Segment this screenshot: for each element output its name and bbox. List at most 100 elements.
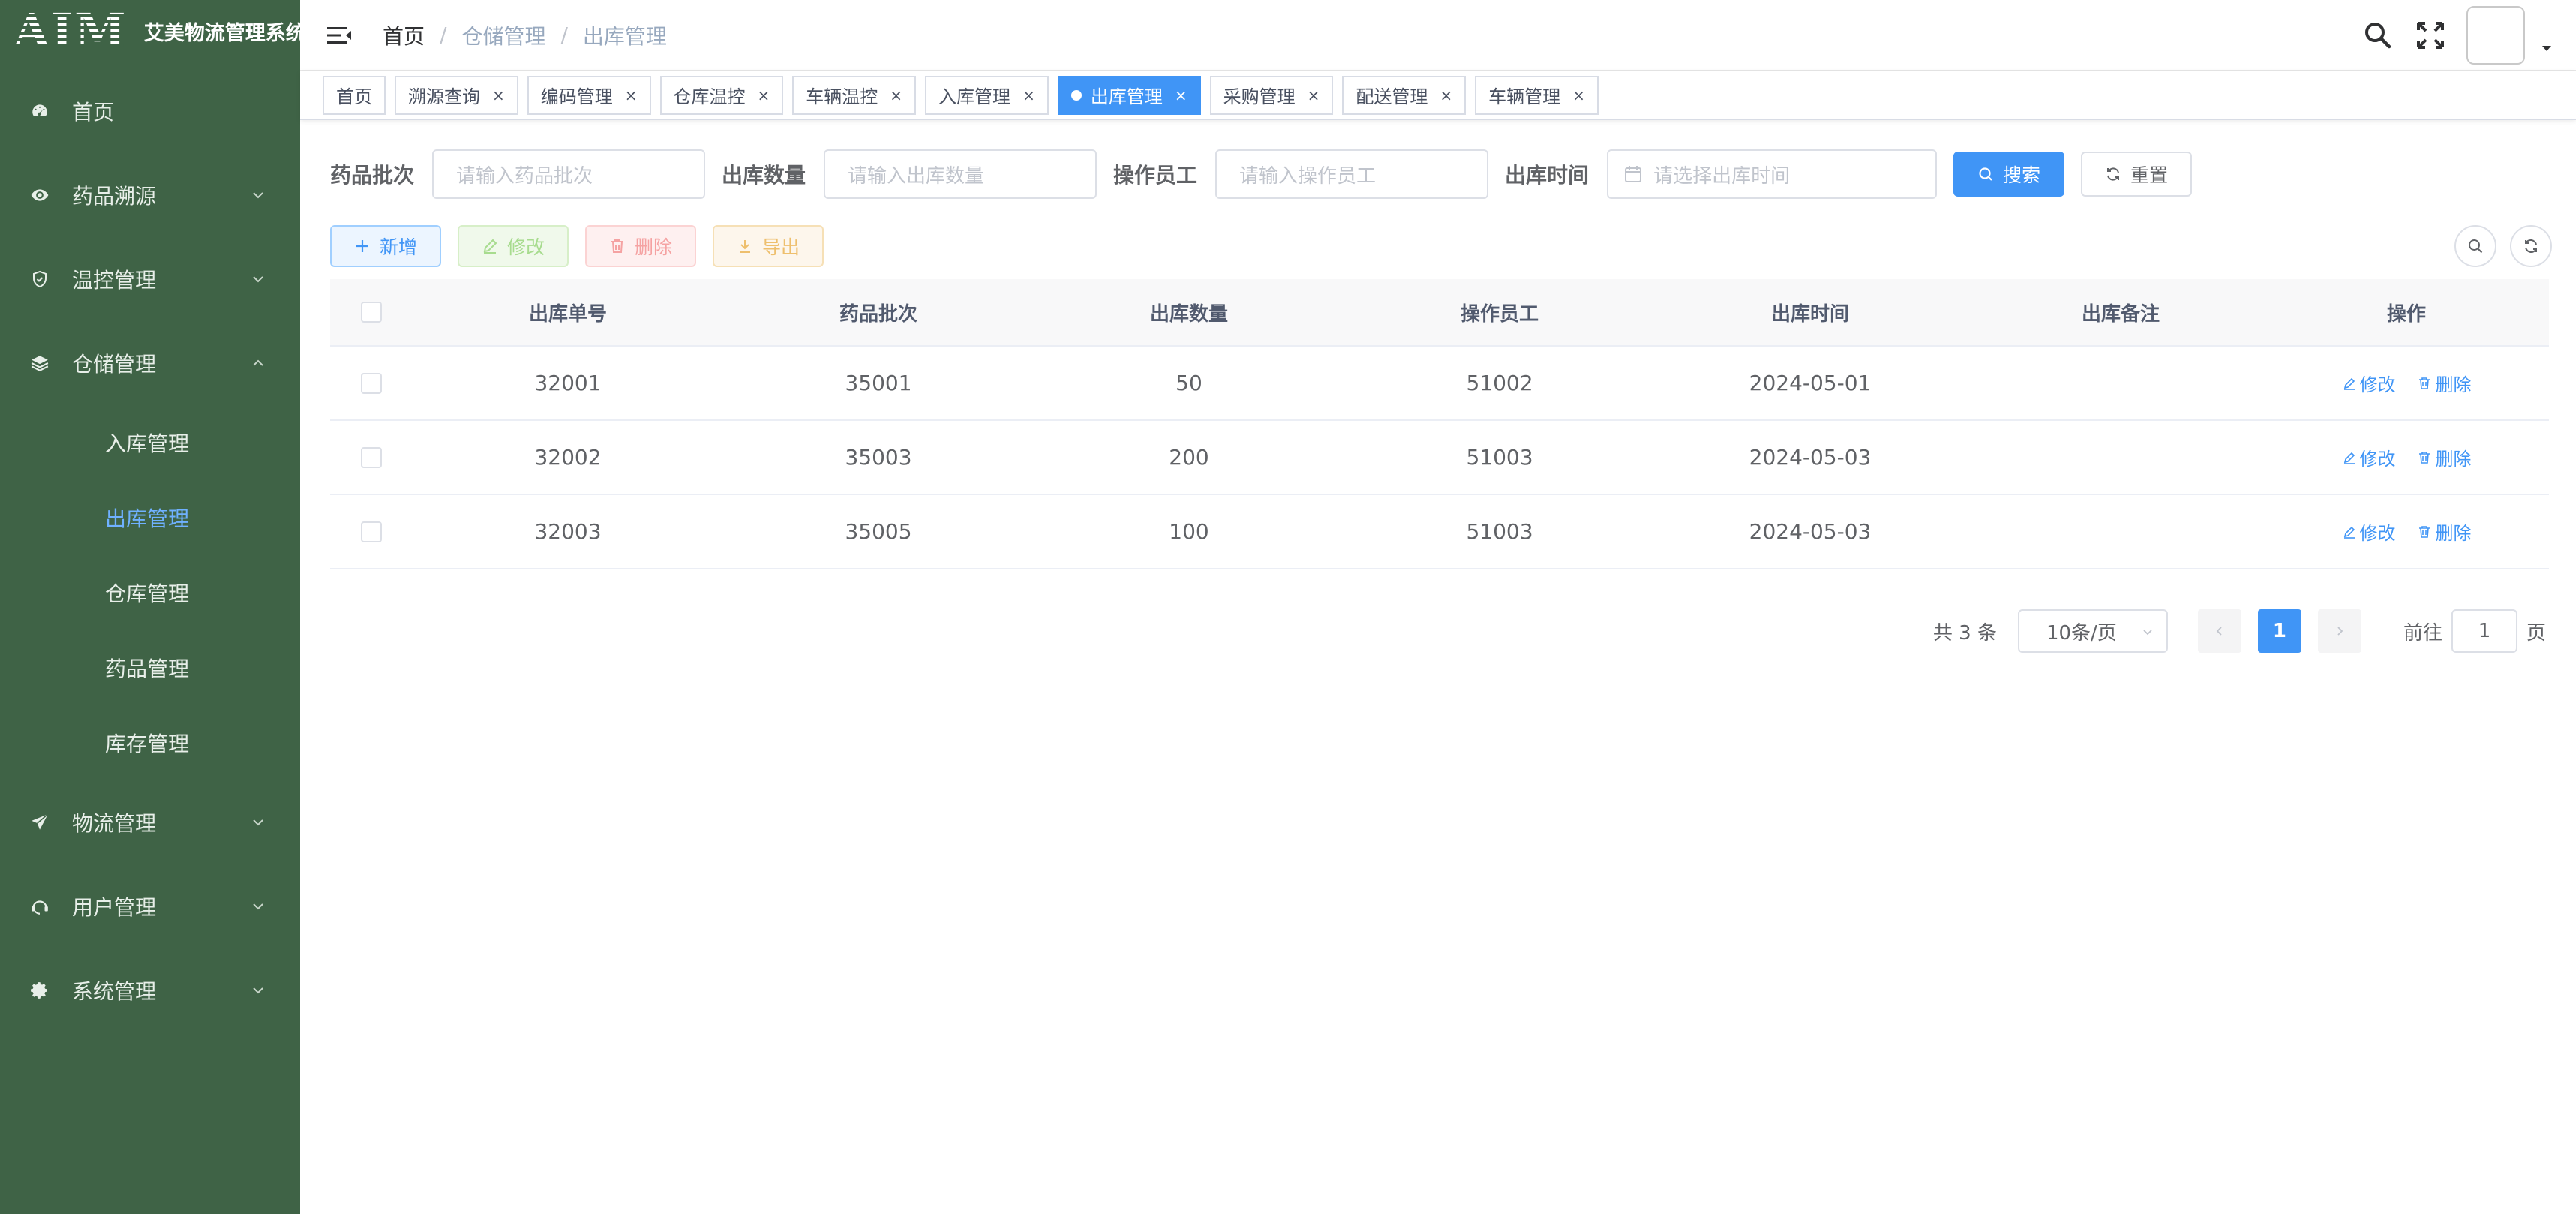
delete-icon <box>611 239 624 253</box>
sidebar-subitem-outbound[interactable]: 出库管理 <box>0 480 300 555</box>
tag-inbound[interactable]: 入库管理 × <box>925 75 1049 115</box>
breadcrumb-home[interactable]: 首页 <box>383 20 425 50</box>
close-icon[interactable]: × <box>1308 86 1320 104</box>
refresh-button[interactable] <box>2510 225 2552 267</box>
edit-button[interactable]: 修改 <box>458 225 569 267</box>
close-icon[interactable]: × <box>1440 86 1452 104</box>
row-delete-label: 删除 <box>2435 374 2472 395</box>
search-button[interactable]: 搜索 <box>1953 152 2065 197</box>
search-icon[interactable] <box>2361 19 2394 52</box>
close-icon[interactable]: × <box>625 86 638 104</box>
delete-icon <box>2419 377 2430 389</box>
page-size-select[interactable]: 10条/页 <box>2017 609 2168 653</box>
tags-view: 首页 溯源查询 × 编码管理 × 仓库温控 × 车辆温控 × 入库管理 × 出库… <box>300 71 2576 120</box>
tag-trace-query[interactable]: 溯源查询 × <box>395 75 518 115</box>
eye-icon <box>30 185 50 205</box>
sidebar-subitem-warehouse[interactable]: 仓库管理 <box>0 555 300 630</box>
next-page-button[interactable] <box>2317 609 2361 653</box>
breadcrumb-current: 出库管理 <box>582 23 667 49</box>
page-size-value: 10条/页 <box>2046 621 2117 645</box>
sidebar-subitem-inventory[interactable]: 库存管理 <box>0 705 300 780</box>
edit-icon <box>2343 452 2355 464</box>
breadcrumb: 首页 / 仓储管理 / 出库管理 <box>383 20 667 50</box>
export-button[interactable]: 导出 <box>713 225 824 267</box>
sidebar-subitem-inbound[interactable]: 入库管理 <box>0 405 300 480</box>
close-icon[interactable]: × <box>1572 86 1585 104</box>
active-dot-icon <box>1070 89 1082 101</box>
sidebar-item-logistics[interactable]: 物流管理 <box>0 780 300 864</box>
search-icon <box>2469 239 2483 254</box>
column-header: 操作 <box>2386 302 2426 326</box>
dashboard-icon <box>30 101 50 121</box>
goto-page-input[interactable]: 1 <box>2451 609 2517 653</box>
close-icon[interactable]: × <box>492 86 505 104</box>
tag-purchase[interactable]: 采购管理 × <box>1209 75 1334 115</box>
time-picker[interactable]: 请选择出库时间 <box>1607 149 1938 199</box>
row-edit-link[interactable]: 修改 <box>2342 518 2396 545</box>
row-edit-link[interactable]: 修改 <box>2342 370 2396 396</box>
column-header: 药品批次 <box>839 302 917 326</box>
row-delete-link[interactable]: 删除 <box>2417 370 2471 396</box>
export-button-label: 导出 <box>762 236 800 258</box>
cell-batch: 35005 <box>845 519 912 544</box>
tag-delivery[interactable]: 配送管理 × <box>1342 75 1467 115</box>
goto-suffix: 页 <box>2526 621 2546 645</box>
row-edit-link[interactable]: 修改 <box>2342 444 2396 470</box>
row-checkbox[interactable] <box>361 372 382 394</box>
time-placeholder: 请选择出库时间 <box>1653 164 1791 188</box>
sidebar-item-home[interactable]: 首页 <box>0 69 300 153</box>
add-button[interactable]: 新增 <box>330 225 442 267</box>
tag-vehicle-temp[interactable]: 车辆温控 × <box>792 75 917 115</box>
tag-home[interactable]: 首页 <box>323 75 386 115</box>
sidebar-subitem-drug[interactable]: 药品管理 <box>0 630 300 705</box>
chevron-down-icon <box>253 903 263 910</box>
tag-outbound[interactable]: 出库管理 × <box>1057 75 1201 115</box>
chevron-down-icon <box>253 987 263 994</box>
sidebar-item-trace[interactable]: 药品溯源 <box>0 153 300 237</box>
close-icon[interactable]: × <box>890 86 902 104</box>
sidebar-item-system[interactable]: 系统管理 <box>0 948 300 1032</box>
reset-button[interactable]: 重置 <box>2081 152 2193 197</box>
chevron-right-icon <box>2337 627 2343 636</box>
cell-time: 2024-05-03 <box>1749 519 1872 544</box>
sidebar-item-temp[interactable]: 温控管理 <box>0 237 300 321</box>
row-checkbox[interactable] <box>361 521 382 542</box>
cell-ops: 修改 删除 <box>2276 444 2537 470</box>
close-icon[interactable]: × <box>1175 86 1187 104</box>
tag-warehouse-temp[interactable]: 仓库温控 × <box>659 75 784 115</box>
menu-fold-icon[interactable] <box>326 24 353 47</box>
chevron-down-icon <box>253 276 263 283</box>
cell-qty: 200 <box>1169 445 1209 470</box>
sidebar-item-users[interactable]: 用户管理 <box>0 864 300 948</box>
caret-down-icon[interactable] <box>2540 41 2553 55</box>
breadcrumb-separator: / <box>560 23 568 47</box>
sidebar-item-label: 温控管理 <box>72 268 157 293</box>
row-edit-label: 修改 <box>2359 374 2396 395</box>
row-delete-label: 删除 <box>2435 523 2472 544</box>
column-header: 操作员工 <box>1460 302 1539 326</box>
close-icon[interactable]: × <box>1022 86 1035 104</box>
page-number-current[interactable]: 1 <box>2257 609 2301 653</box>
close-icon[interactable]: × <box>758 86 770 104</box>
edit-button-label: 修改 <box>507 236 545 258</box>
breadcrumb-storage: 仓储管理 <box>461 23 546 49</box>
batch-input[interactable]: 请输入药品批次 <box>432 149 706 199</box>
tag-label: 仓库温控 <box>673 86 746 107</box>
avatar[interactable] <box>2466 6 2525 65</box>
select-all-checkbox[interactable] <box>361 302 382 323</box>
fullscreen-icon[interactable] <box>2414 19 2447 52</box>
gear-icon <box>30 981 50 1000</box>
operator-input[interactable]: 请输入操作员工 <box>1215 149 1489 199</box>
logo-area: AIM 艾美物流管理系统 <box>0 0 306 62</box>
delete-button[interactable]: 删除 <box>585 225 697 267</box>
prev-page-button[interactable] <box>2197 609 2241 653</box>
row-delete-link[interactable]: 删除 <box>2417 444 2471 470</box>
row-delete-link[interactable]: 删除 <box>2417 518 2471 545</box>
tag-label: 溯源查询 <box>408 86 480 107</box>
tag-code-manage[interactable]: 编码管理 × <box>527 75 651 115</box>
toggle-search-button[interactable] <box>2454 225 2496 267</box>
row-checkbox[interactable] <box>361 446 382 468</box>
tag-vehicle[interactable]: 车辆管理 × <box>1475 75 1599 115</box>
qty-input[interactable]: 请输入出库数量 <box>824 149 1097 199</box>
sidebar-item-storage[interactable]: 仓储管理 <box>0 321 300 405</box>
